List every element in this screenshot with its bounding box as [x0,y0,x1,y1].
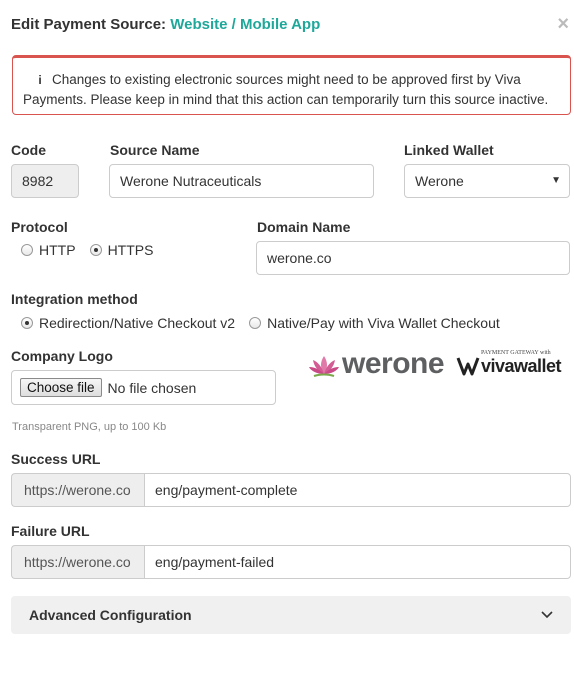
linked-wallet-select[interactable]: Werone ▼ [404,164,570,198]
success-url-label: Success URL [11,451,101,467]
success-url-input[interactable]: eng/payment-complete [144,473,571,507]
domain-name-label: Domain Name [257,219,351,235]
failure-url-prefix: https://werone.co [11,545,144,579]
success-url-group: https://werone.co eng/payment-complete [11,473,571,507]
integration-option-label: Native/Pay with Viva Wallet Checkout [267,315,500,331]
title-prefix: Edit Payment Source: [11,16,167,33]
vivawallet-logo: PAYMENT GATEWAY with vivawallet [456,350,568,380]
file-status: No file chosen [107,379,197,396]
failure-url-group: https://werone.co eng/payment-failed [11,545,571,579]
radio-https[interactable] [89,244,102,256]
source-name-input[interactable]: Werone Nutraceuticals [109,164,374,198]
protocol-option-label: HTTPS [107,242,154,258]
integration-option-label: Redirection/Native Checkout v2 [39,315,236,331]
company-logo-file-input[interactable]: Choose file No file chosen [11,370,276,405]
title-source-type: Website / Mobile App [170,16,321,33]
failure-url-label: Failure URL [11,523,90,539]
linked-wallet-label: Linked Wallet [404,142,494,158]
werone-logo-text: werone [342,347,445,380]
protocol-option-https[interactable]: HTTPS [89,242,154,258]
company-logo-label: Company Logo [11,348,113,364]
advanced-configuration-toggle[interactable]: Advanced Configuration [11,596,571,634]
info-icon: i [38,73,42,87]
linked-wallet-value: Werone [415,173,464,189]
radio-redirection[interactable] [21,317,33,329]
source-name-label: Source Name [110,142,200,158]
warning-alert: i Changes to existing electronic sources … [12,55,571,115]
protocol-label: Protocol [11,219,68,235]
logo-help-text: Transparent PNG, up to 100 Kb [12,421,167,433]
alert-text: Changes to existing electronic sources m… [23,72,549,107]
caret-down-icon: ▼ [551,175,561,186]
domain-name-input[interactable]: werone.co [256,241,570,275]
protocol-radio-group: HTTP HTTPS [21,242,153,258]
code-label: Code [11,142,46,158]
page-title: Edit Payment Source: Website / Mobile Ap… [11,16,320,33]
radio-native[interactable] [249,317,262,329]
integration-option-native[interactable]: Native/Pay with Viva Wallet Checkout [249,315,500,331]
logo-preview: werone PAYMENT GATEWAY with vivawallet [308,347,568,383]
protocol-option-http[interactable]: HTTP [21,242,76,258]
lotus-icon [309,356,339,377]
success-url-prefix: https://werone.co [11,473,144,507]
integration-option-redirection[interactable]: Redirection/Native Checkout v2 [21,315,235,331]
integration-method-label: Integration method [11,291,138,307]
failure-url-input[interactable]: eng/payment-failed [144,545,571,579]
protocol-option-label: HTTP [39,242,76,258]
close-icon[interactable]: × [557,14,569,34]
vivawallet-text: vivawallet [481,356,562,376]
choose-file-button[interactable]: Choose file [20,378,102,397]
code-field: 8982 [11,164,79,198]
vivawallet-mark-icon [456,357,480,376]
radio-http[interactable] [21,244,33,256]
advanced-configuration-label: Advanced Configuration [29,607,192,623]
chevron-down-icon [541,611,553,619]
integration-method-radio-group: Redirection/Native Checkout v2 Native/Pa… [21,315,500,331]
